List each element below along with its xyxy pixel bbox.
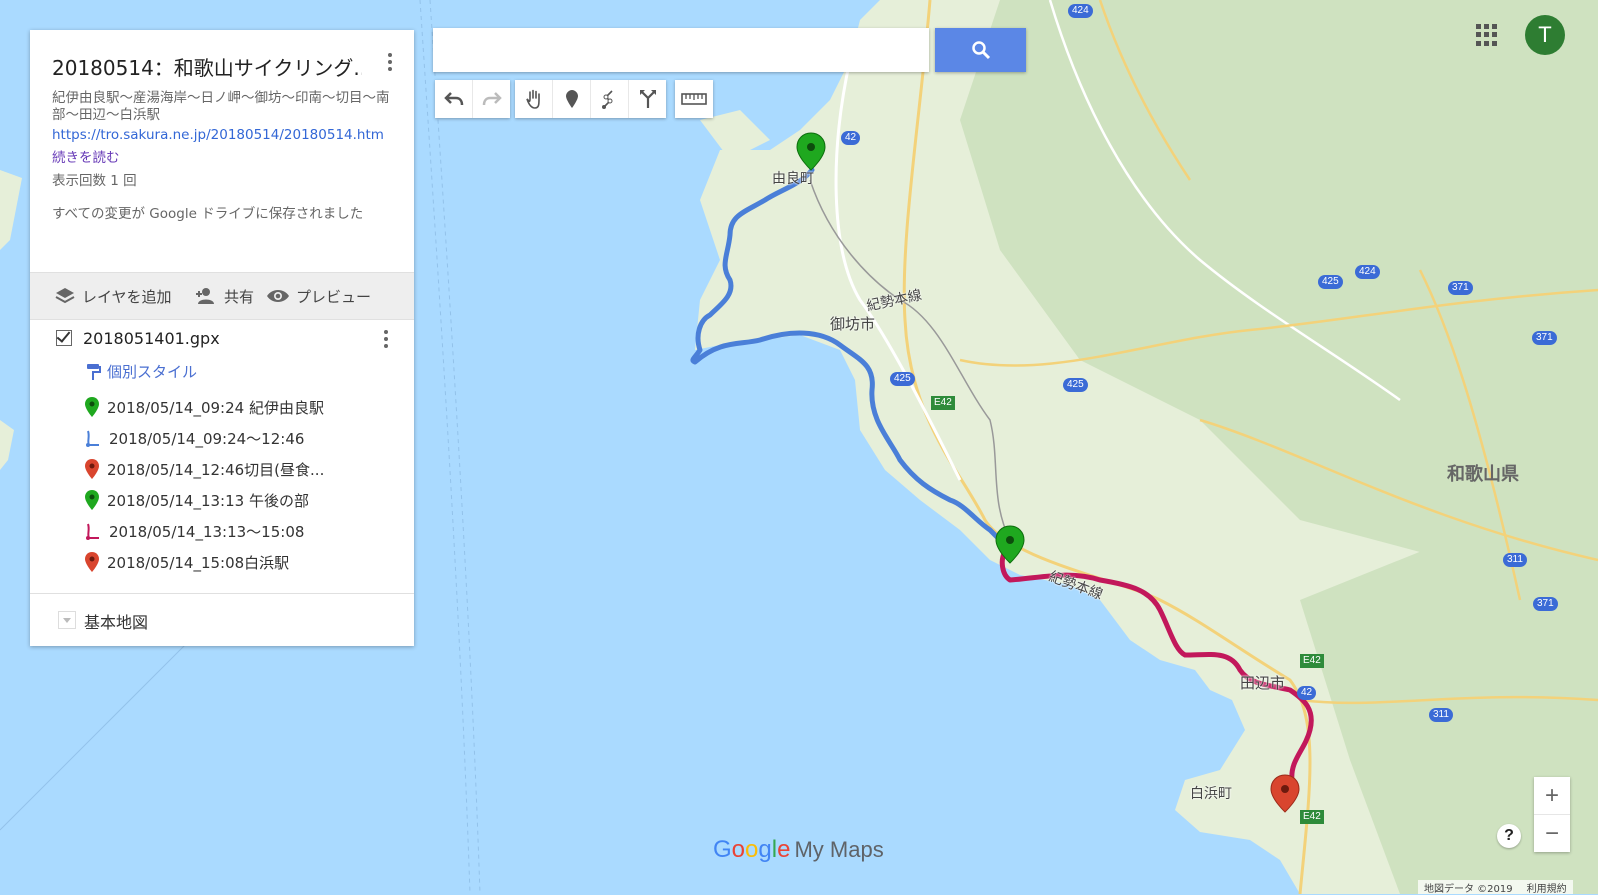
map-title[interactable]: 20180514：和歌山サイクリング... — [52, 52, 362, 81]
search-icon — [971, 41, 990, 60]
search-input[interactable] — [433, 28, 929, 72]
redo-icon — [482, 92, 502, 106]
green-pin-icon — [85, 490, 99, 510]
individual-style-label: 個別スタイル — [107, 363, 198, 381]
feature-item[interactable]: 2018/05/14_13:13〜15:08 — [85, 516, 304, 546]
google-my-maps-logo: Google My Maps — [713, 836, 884, 863]
route-shield-371-b: 371 — [1532, 331, 1557, 345]
route-shield-311: 311 — [1503, 553, 1527, 567]
route-shield-371: 371 — [1448, 281, 1473, 295]
route-shield-e42-b: E42 — [1300, 654, 1324, 668]
feature-label: 2018/05/14_12:46切目(昼食... — [107, 460, 325, 479]
add-layer-button[interactable]: レイヤを追加 — [54, 273, 172, 319]
red-pin-icon — [85, 552, 99, 572]
route-shield-425-c: 425 — [1318, 275, 1343, 289]
undo-button[interactable] — [435, 80, 473, 118]
paint-roller-icon — [87, 363, 101, 380]
terms-link[interactable]: 利用規約 — [1527, 880, 1567, 895]
feature-item[interactable]: 2018/05/14_09:24 紀伊由良駅 — [85, 392, 324, 422]
pan-button[interactable] — [515, 80, 553, 118]
add-layer-label: レイヤを追加 — [82, 287, 172, 306]
feature-label: 2018/05/14_13:13〜15:08 — [109, 522, 305, 541]
route-icon — [86, 430, 99, 447]
toolbar-tools — [515, 80, 666, 118]
eye-icon — [267, 290, 289, 302]
view-count: 表示回数 1 回 — [52, 173, 137, 189]
route-shield-311-b: 311 — [1429, 708, 1453, 722]
help-button[interactable]: ? — [1497, 824, 1521, 848]
basemap-section[interactable]: 基本地図 — [30, 593, 414, 647]
basemap-label: 基本地図 — [84, 613, 149, 632]
green-pin-icon — [85, 397, 99, 417]
feature-item[interactable]: 2018/05/14_13:13 午後の部 — [85, 485, 309, 515]
marker-icon — [565, 90, 578, 108]
route-shield-42: 42 — [841, 131, 861, 145]
feature-label: 2018/05/14_15:08白浜駅 — [107, 553, 290, 572]
feature-item[interactable]: 2018/05/14_15:08白浜駅 — [85, 547, 289, 577]
layer-name[interactable]: 2018051401.gpx — [83, 329, 220, 348]
route-shield-425-b: 425 — [1063, 378, 1088, 392]
map-data-credit: 地図データ ©2019 — [1424, 884, 1513, 895]
map-details-panel: 20180514：和歌山サイクリング... 紀伊由良駅〜産湯海岸〜日ノ岬〜御坊〜… — [30, 30, 414, 646]
undo-icon — [443, 92, 463, 106]
share-label: 共有 — [224, 287, 255, 306]
preview-button[interactable]: プレビュー — [266, 273, 371, 319]
route-shield-424-b: 424 — [1355, 265, 1380, 279]
route-shield-424: 424 — [1068, 4, 1093, 18]
route-shield-371-c: 371 — [1533, 597, 1558, 611]
panel-action-bar: レイヤを追加 共有 プレビュー — [30, 272, 414, 320]
share-button[interactable]: 共有 — [194, 273, 254, 319]
add-person-icon — [196, 288, 214, 304]
apps-grid-icon[interactable] — [1476, 24, 1498, 46]
feature-label: 2018/05/14_13:13 午後の部 — [107, 491, 309, 510]
individual-style-link[interactable]: 個別スタイル — [85, 361, 197, 382]
toolbar-history — [435, 80, 510, 118]
map-label-shirahama: 白浜町 — [1190, 786, 1232, 802]
redo-button[interactable] — [473, 80, 510, 118]
add-marker-button[interactable] — [553, 80, 591, 118]
hand-icon — [525, 89, 540, 109]
map-attribution: 地図データ ©2019 利用規約 — [1418, 880, 1573, 895]
route-shield-e42: E42 — [931, 396, 955, 410]
description-link[interactable]: https://tro.sakura.ne.jp/20180514/201805… — [52, 127, 384, 143]
route-shield-425: 425 — [890, 372, 915, 386]
layers-icon — [55, 288, 75, 304]
map-label-prefecture: 和歌山県 — [1447, 464, 1519, 485]
red-pin-icon — [85, 459, 99, 479]
read-more-link[interactable]: 続きを読む — [52, 146, 120, 166]
draw-line-icon — [601, 90, 613, 109]
directions-button[interactable] — [629, 80, 666, 118]
map-description: 紀伊由良駅〜産湯海岸〜日ノ岬〜御坊〜印南〜切目〜南部〜田辺〜白浜駅 — [52, 90, 390, 123]
preview-label: プレビュー — [296, 287, 372, 306]
feature-item[interactable]: 2018/05/14_09:24〜12:46 — [85, 423, 304, 453]
zoom-out-button[interactable]: − — [1534, 814, 1570, 852]
save-status: すべての変更が Google ドライブに保存されました — [52, 206, 364, 222]
feature-label: 2018/05/14_09:24 紀伊由良駅 — [107, 398, 324, 417]
basemap-expand-icon[interactable] — [58, 611, 76, 629]
draw-line-button[interactable] — [591, 80, 629, 118]
route-icon — [86, 523, 99, 540]
measure-button[interactable] — [675, 80, 713, 118]
map-label-tanabe: 田辺市 — [1240, 674, 1286, 692]
zoom-control: + − — [1534, 777, 1570, 852]
feature-item[interactable]: 2018/05/14_12:46切目(昼食... — [85, 454, 324, 484]
directions-icon — [639, 90, 656, 108]
search-button[interactable] — [935, 28, 1026, 72]
layer-visibility-checkbox[interactable] — [56, 330, 72, 346]
ruler-icon — [681, 93, 707, 105]
route-shield-e42-c: E42 — [1300, 810, 1324, 824]
toolbar-measure — [675, 80, 713, 118]
map-label-yura: 由良町 — [772, 171, 814, 187]
layer-options-menu-icon[interactable] — [374, 327, 398, 351]
route-shield-42-b: 42 — [1297, 686, 1317, 700]
zoom-in-button[interactable]: + — [1534, 777, 1570, 814]
user-avatar[interactable]: T — [1525, 15, 1565, 55]
map-options-menu-icon[interactable] — [378, 50, 402, 74]
feature-label: 2018/05/14_09:24〜12:46 — [109, 429, 305, 448]
map-label-gobo: 御坊市 — [830, 315, 876, 333]
